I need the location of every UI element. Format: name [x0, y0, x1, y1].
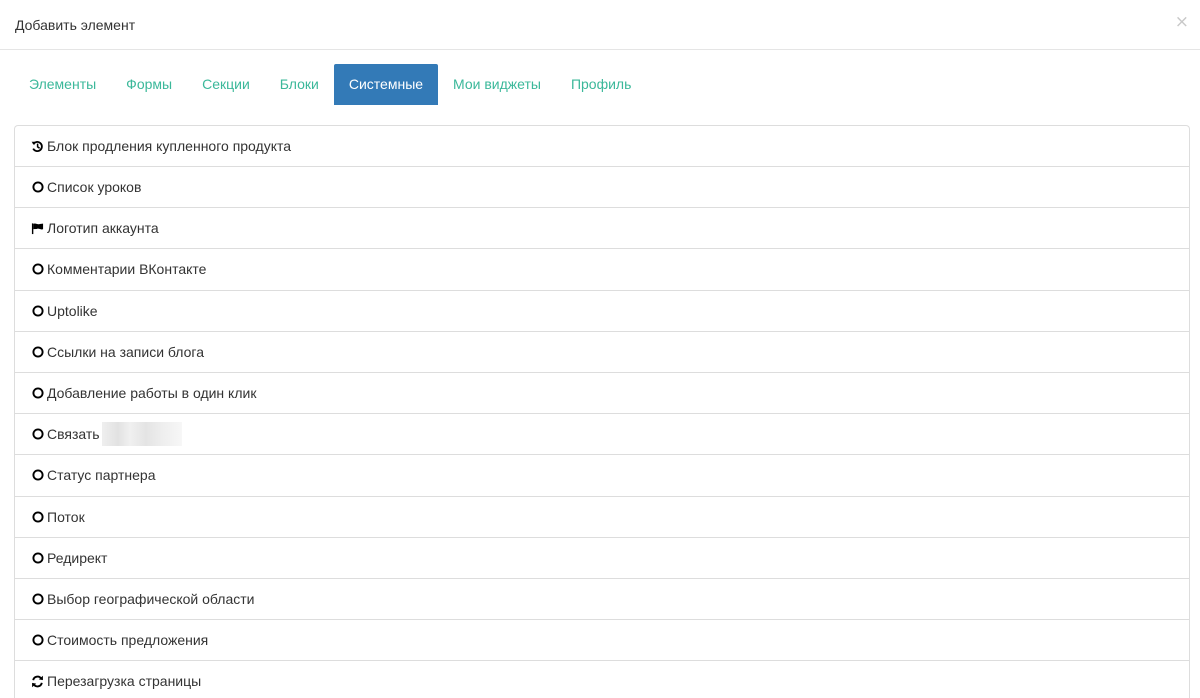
list-item[interactable]: Логотип аккаунта	[15, 208, 1189, 250]
list-item[interactable]: Ссылки на записи блога	[15, 332, 1189, 373]
tab-bar: Элементы Формы Секции Блоки Системные Мои вид…	[14, 64, 646, 105]
circle-icon	[31, 263, 44, 276]
circle-icon	[31, 345, 44, 358]
list-item-label: Выбор географической области	[47, 590, 255, 607]
list-item[interactable]: Список уроков	[15, 167, 1189, 209]
list-item[interactable]: Блок продления купленного продукта	[15, 126, 1189, 167]
list-item[interactable]: Поток	[15, 497, 1189, 538]
circle-icon	[31, 428, 44, 441]
circle-icon	[31, 592, 44, 605]
circle-icon	[31, 510, 44, 523]
dialog-title: Добавить элемент	[15, 16, 136, 33]
list-item-label: Комментарии ВКонтакте	[47, 261, 207, 278]
circle-icon	[31, 181, 44, 194]
circle-icon	[31, 387, 44, 400]
redacted-text	[101, 422, 182, 447]
list-item-label: Статус партнера	[47, 467, 156, 484]
tab-3[interactable]: Блоки	[265, 64, 334, 105]
tab-6[interactable]: Профиль	[556, 64, 646, 105]
dialog-header: Добавить элемент ×	[0, 0, 1200, 50]
circle-icon	[31, 469, 44, 482]
list-item[interactable]: Добавление работы в один клик	[15, 373, 1189, 415]
list-item[interactable]: Стоимость предложения	[15, 620, 1189, 662]
tab-5[interactable]: Мои виджеты	[438, 64, 556, 105]
list-item[interactable]: Редирект	[15, 538, 1189, 579]
list-item[interactable]: Статус партнера	[15, 455, 1189, 497]
close-icon[interactable]: ×	[1175, 12, 1189, 32]
list-item-label: Список уроков	[47, 179, 142, 196]
list-item-label: Стоимость предложения	[47, 632, 209, 649]
system-elements-list: Блок продления купленного продукта Список…	[14, 125, 1190, 698]
list-item-label: Uptolike	[47, 302, 98, 319]
flag-icon	[31, 222, 44, 235]
tab-1[interactable]: Формы	[111, 64, 187, 105]
tab-2[interactable]: Секции	[187, 64, 265, 105]
list-item-label: Перезагрузка страницы	[47, 673, 202, 690]
circle-icon	[31, 551, 44, 564]
refresh-icon	[31, 675, 44, 688]
list-item-label: Ссылки на записи блога	[47, 343, 204, 360]
list-item-label: Поток	[47, 508, 85, 525]
circle-icon	[31, 634, 44, 647]
list-item-label: Логотип аккаунта	[47, 220, 159, 237]
add-element-dialog: Добавить элемент × Элементы Формы Секции Бл…	[0, 0, 1200, 698]
list-item[interactable]: Комментарии ВКонтакте	[15, 249, 1189, 291]
list-item-label: Блок продления купленного продукта	[47, 138, 292, 154]
list-item-label: Связать	[47, 426, 100, 443]
tab-4[interactable]: Системные	[333, 64, 439, 105]
tab-0[interactable]: Элементы	[14, 64, 111, 105]
circle-icon	[31, 304, 44, 317]
list-item-label: Редирект	[47, 549, 108, 566]
list-item[interactable]: Выбор географической области	[15, 579, 1189, 621]
history-icon	[31, 140, 44, 153]
list-item[interactable]: Перезагрузка страницы	[15, 661, 1189, 698]
list-item-label: Добавление работы в один клик	[47, 385, 257, 402]
list-item[interactable]: Uptolike	[15, 291, 1189, 332]
list-item[interactable]: Связать	[15, 414, 1189, 456]
